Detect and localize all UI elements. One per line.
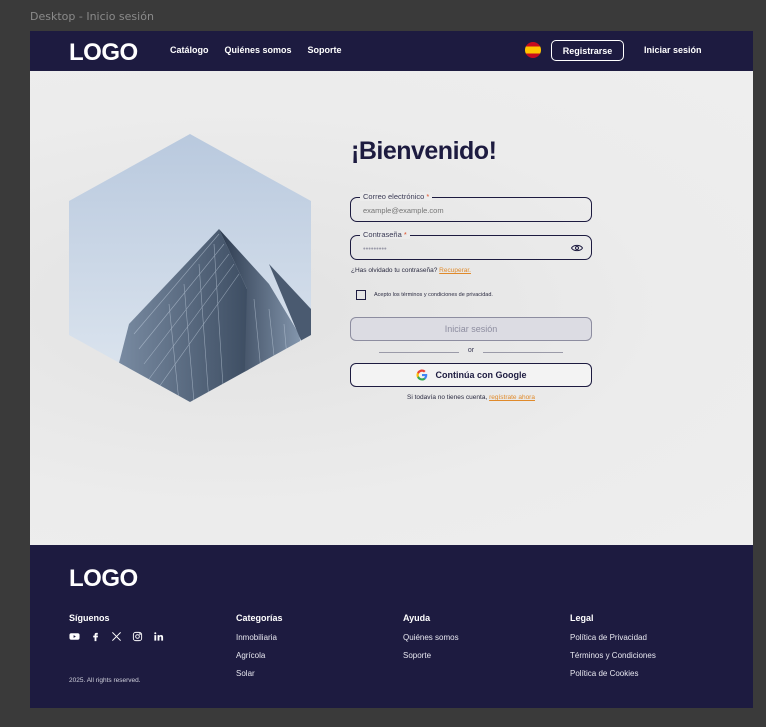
nav-item-catalogo[interactable]: Catálogo xyxy=(170,45,209,55)
linkedin-icon[interactable] xyxy=(153,631,164,642)
footer-logo[interactable]: LOGO xyxy=(69,565,138,593)
header: LOGO Catálogo Quiénes somos Soporte Regi… xyxy=(30,31,753,71)
footer-link-agricola[interactable]: Agrícola xyxy=(236,651,283,660)
forgot-password: ¿Has olvidado tu contraseña? Recuperar. xyxy=(351,267,471,274)
footer-help: Ayuda Quiénes somos Soporte xyxy=(403,613,459,660)
copyright: 2025. All rights reserved. xyxy=(69,677,141,684)
facebook-icon[interactable] xyxy=(90,631,101,642)
x-icon[interactable] xyxy=(111,631,122,642)
footer-link-terminos[interactable]: Términos y Condiciones xyxy=(570,651,656,660)
instagram-icon[interactable] xyxy=(132,631,143,642)
terms-checkbox[interactable] xyxy=(356,290,366,300)
google-icon xyxy=(416,369,427,381)
login-nav-button[interactable]: Iniciar sesión xyxy=(644,45,702,55)
page-title: ¡Bienvenido! xyxy=(351,137,497,165)
social-title: Síguenos xyxy=(69,613,110,623)
footer-link-solar[interactable]: Solar xyxy=(236,669,283,678)
footer-link-quienes-somos[interactable]: Quiénes somos xyxy=(403,633,459,642)
main-content: ¡Bienvenido! Correo electrónico * Contra… xyxy=(30,71,753,545)
signup-link[interactable]: regístrate ahora xyxy=(489,394,535,401)
footer-link-soporte[interactable]: Soporte xyxy=(403,651,459,660)
footer-legal: Legal Política de Privacidad Términos y … xyxy=(570,613,656,678)
signup-prompt: Si todavía no tienes cuenta, regístrate … xyxy=(407,394,535,401)
register-button[interactable]: Registrarse xyxy=(551,40,624,61)
footer-link-cookies[interactable]: Política de Cookies xyxy=(570,669,656,678)
footer-social: Síguenos xyxy=(69,613,164,642)
password-input[interactable]: ••••••••• xyxy=(363,244,563,253)
password-field[interactable]: Contraseña * ••••••••• xyxy=(350,230,592,260)
spain-flag-icon[interactable] xyxy=(525,42,541,58)
google-signin-button[interactable]: Continúa con Google xyxy=(350,363,592,387)
nav-item-quienes-somos[interactable]: Quiénes somos xyxy=(225,45,292,55)
email-field[interactable]: Correo electrónico * xyxy=(350,192,592,222)
nav-item-soporte[interactable]: Soporte xyxy=(308,45,342,55)
password-label: Contraseña * xyxy=(360,230,410,239)
login-submit-button[interactable]: Iniciar sesión xyxy=(350,317,592,341)
eye-icon[interactable] xyxy=(571,242,583,254)
email-input[interactable] xyxy=(363,206,563,215)
main-nav: Catálogo Quiénes somos Soporte xyxy=(170,45,342,55)
recover-link[interactable]: Recuperar. xyxy=(439,267,471,274)
email-label: Correo electrónico * xyxy=(360,192,433,201)
footer-link-privacidad[interactable]: Política de Privacidad xyxy=(570,633,656,642)
building-hexagon-image xyxy=(69,134,311,402)
page-frame: LOGO Catálogo Quiénes somos Soporte Regi… xyxy=(30,31,753,708)
terms-row: Acepto los términos y condiciones de pri… xyxy=(356,290,493,300)
frame-label: Desktop - Inicio sesión xyxy=(30,10,154,23)
footer: LOGO Síguenos Categorías Inmobiliaria Ag… xyxy=(30,545,753,708)
footer-categories: Categorías Inmobiliaria Agrícola Solar xyxy=(236,613,283,678)
header-logo[interactable]: LOGO xyxy=(69,39,138,67)
footer-link-inmobiliaria[interactable]: Inmobiliaria xyxy=(236,633,283,642)
terms-label: Acepto los términos y condiciones de pri… xyxy=(374,292,493,298)
or-divider: or xyxy=(379,347,563,357)
youtube-icon[interactable] xyxy=(69,631,80,642)
